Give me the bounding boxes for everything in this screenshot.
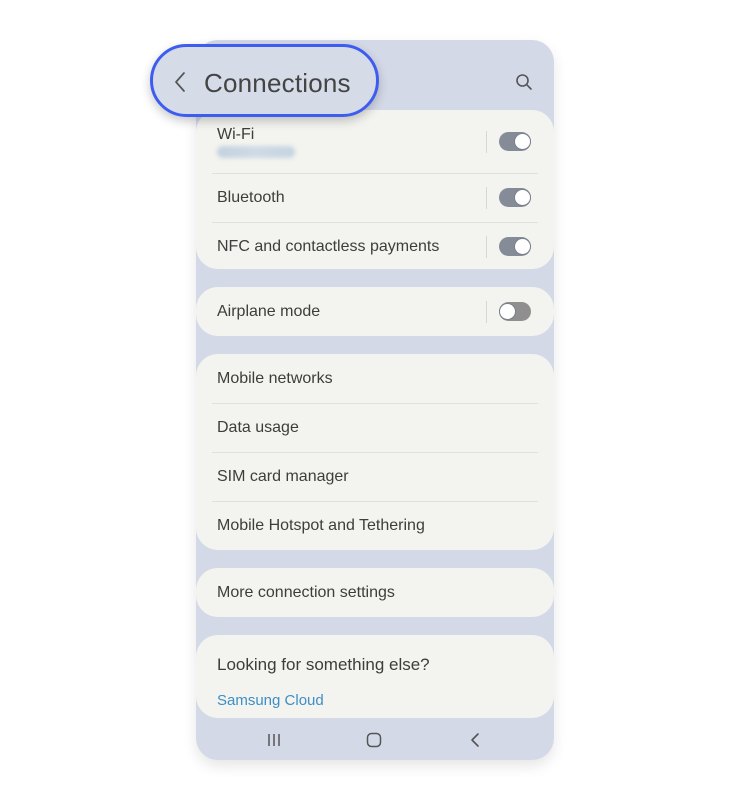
airplane-mode-toggle[interactable]	[499, 301, 531, 321]
navigation-bar	[196, 724, 554, 756]
more-settings-card: More connection settings	[196, 568, 554, 617]
nfc-toggle[interactable]	[499, 236, 531, 256]
divider	[486, 300, 487, 323]
header-highlight: Connections	[150, 44, 379, 117]
more-connection-settings-label: More connection settings	[217, 583, 395, 601]
home-button[interactable]	[363, 729, 385, 751]
page-title: Connections	[204, 68, 351, 98]
search-button[interactable]	[512, 70, 536, 94]
data-usage-row[interactable]: Data usage	[196, 403, 554, 452]
back-icon	[471, 733, 479, 747]
sim-card-manager-label: SIM card manager	[217, 467, 349, 485]
bluetooth-row[interactable]: Bluetooth	[196, 173, 554, 222]
header-back-button[interactable]	[169, 69, 191, 95]
recent-apps-button[interactable]	[263, 729, 285, 751]
wifi-label: Wi-Fi	[217, 125, 255, 143]
wifi-row[interactable]: Wi-Fi	[196, 110, 554, 173]
bluetooth-toggle[interactable]	[499, 187, 531, 207]
wifi-network-name-blurred	[217, 145, 295, 158]
wifi-toggle[interactable]	[499, 131, 531, 151]
hotspot-tethering-label: Mobile Hotspot and Tethering	[217, 516, 425, 534]
airplane-mode-label: Airplane mode	[217, 302, 321, 320]
back-button[interactable]	[464, 729, 486, 751]
bluetooth-label: Bluetooth	[217, 188, 285, 206]
divider	[486, 130, 487, 153]
search-icon	[516, 74, 532, 90]
airplane-mode-row[interactable]: Airplane mode	[196, 287, 554, 336]
suggestion-card: Looking for something else? Samsung Clou…	[196, 635, 554, 718]
samsung-cloud-link[interactable]: Samsung Cloud	[217, 692, 324, 709]
suggestion-title: Looking for something else?	[217, 655, 430, 674]
mobile-networks-row[interactable]: Mobile networks	[196, 354, 554, 403]
nfc-label: NFC and contactless payments	[217, 237, 440, 255]
divider	[486, 186, 487, 209]
hotspot-tethering-row[interactable]: Mobile Hotspot and Tethering	[196, 501, 554, 550]
recent-apps-icon	[268, 734, 280, 746]
sim-card-manager-row[interactable]: SIM card manager	[196, 452, 554, 501]
chevron-left-icon	[175, 72, 185, 92]
home-icon	[366, 732, 382, 748]
divider	[486, 235, 487, 258]
data-usage-label: Data usage	[217, 418, 299, 436]
airplane-card: Airplane mode	[196, 287, 554, 336]
network-card: Mobile networks Data usage SIM card mana…	[196, 354, 554, 550]
nfc-row[interactable]: NFC and contactless payments	[196, 222, 554, 269]
phone-screen: Wi-Fi Bluetooth NFC and contactless paym…	[196, 40, 554, 760]
more-connection-settings-row[interactable]: More connection settings	[196, 568, 554, 617]
mobile-networks-label: Mobile networks	[217, 369, 333, 387]
connectivity-card: Wi-Fi Bluetooth NFC and contactless paym…	[196, 110, 554, 269]
